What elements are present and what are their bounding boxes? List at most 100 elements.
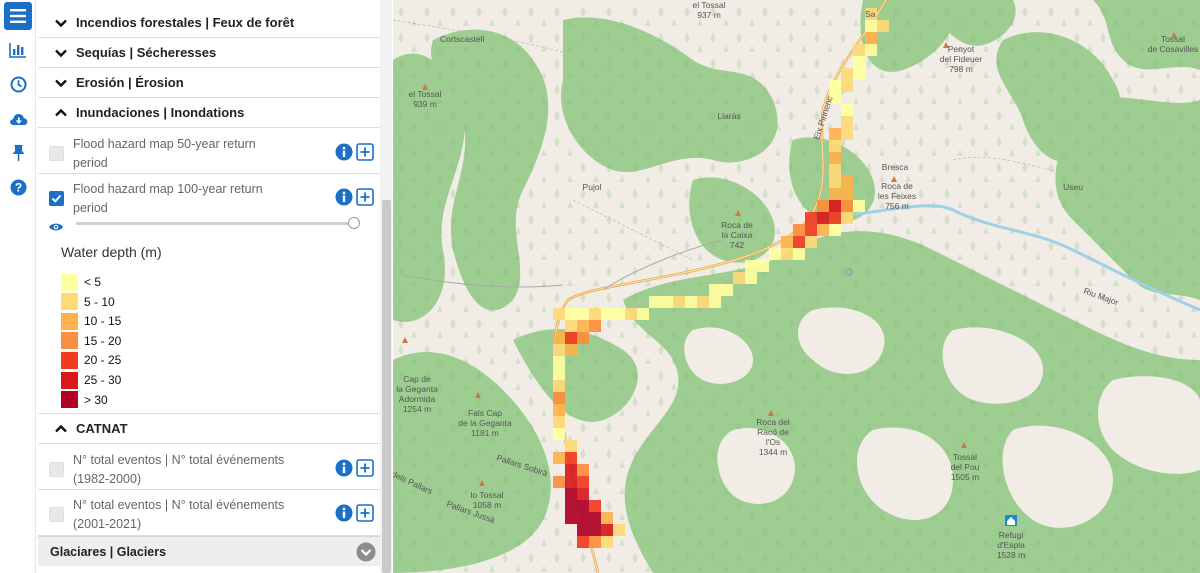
flood-cell bbox=[577, 464, 589, 476]
flood-cell bbox=[853, 68, 865, 80]
flood-cell bbox=[553, 368, 565, 380]
svg-text:Sa: Sa bbox=[865, 9, 876, 19]
flood-cell bbox=[577, 320, 589, 332]
flood-cell bbox=[829, 128, 841, 140]
legend-label: 10 - 15 bbox=[84, 314, 122, 329]
opacity-slider-handle[interactable] bbox=[348, 217, 360, 229]
svg-text:Useu: Useu bbox=[1063, 182, 1083, 192]
info-icon[interactable] bbox=[335, 188, 353, 206]
flood-cell bbox=[793, 224, 805, 236]
layer-subtitle: (2001-2021) bbox=[73, 517, 142, 531]
flood-cell bbox=[841, 104, 853, 116]
flood-cell bbox=[577, 524, 589, 536]
svg-text:Pujol: Pujol bbox=[583, 182, 602, 192]
info-icon[interactable] bbox=[335, 459, 353, 477]
add-icon[interactable] bbox=[356, 459, 374, 477]
help-button[interactable]: ? bbox=[4, 173, 32, 201]
map-view[interactable]: el Tossal 937 m Sa Cortscastell Penyot d… bbox=[393, 0, 1200, 573]
flood-cell bbox=[865, 20, 877, 32]
flood-cell bbox=[637, 308, 649, 320]
flood-cell bbox=[589, 536, 601, 548]
legend-swatch bbox=[61, 332, 78, 350]
flood-cell bbox=[577, 500, 589, 512]
flood-cell bbox=[553, 404, 565, 416]
svg-text:Roca de: Roca de bbox=[881, 181, 913, 191]
flood-cell bbox=[805, 212, 817, 224]
flood-cell bbox=[565, 476, 577, 488]
flood-cell bbox=[565, 344, 577, 356]
flood-cell bbox=[829, 140, 841, 152]
category-erosion[interactable]: Erosión | Érosion bbox=[38, 68, 380, 98]
legend-swatch bbox=[61, 273, 78, 291]
layer-checkbox[interactable] bbox=[49, 462, 64, 477]
svg-text:Fals Cap: Fals Cap bbox=[468, 408, 502, 418]
flood-cell bbox=[565, 440, 577, 452]
flood-cell bbox=[565, 320, 577, 332]
svg-text:939 m: 939 m bbox=[413, 99, 437, 109]
layer-checkbox[interactable] bbox=[49, 146, 64, 161]
layer-title: Flood hazard map 100-year return bbox=[73, 182, 263, 196]
flood-cell bbox=[877, 20, 889, 32]
layer-checkbox[interactable] bbox=[49, 507, 64, 522]
layer-subtitle: period bbox=[73, 156, 108, 170]
category-catnat[interactable]: CATNAT bbox=[38, 414, 380, 444]
legend-item: < 5 bbox=[61, 273, 101, 291]
flood-cell bbox=[865, 32, 877, 44]
flood-cell bbox=[817, 200, 829, 212]
add-icon[interactable] bbox=[356, 143, 374, 161]
flood-cell bbox=[565, 332, 577, 344]
flood-cell bbox=[841, 212, 853, 224]
flood-cell bbox=[553, 356, 565, 368]
flood-cell bbox=[841, 188, 853, 200]
flood-cell bbox=[829, 152, 841, 164]
history-button[interactable] bbox=[4, 70, 32, 98]
flood-cell bbox=[841, 80, 853, 92]
flood-cell bbox=[565, 512, 577, 524]
layer-catnat-2001: N° total eventos | N° total événements (… bbox=[38, 490, 380, 536]
charts-button[interactable] bbox=[4, 36, 32, 64]
category-floods[interactable]: Inundaciones | Inondations bbox=[38, 98, 380, 128]
pin-icon bbox=[12, 145, 24, 161]
legend-item: 10 - 15 bbox=[61, 312, 121, 330]
panel-scrollbar-thumb[interactable] bbox=[382, 200, 391, 573]
info-icon[interactable] bbox=[335, 143, 353, 161]
flood-cell bbox=[829, 176, 841, 188]
flood-cell bbox=[613, 308, 625, 320]
layer-panel: Incendios forestales | Feux de forêt Seq… bbox=[38, 0, 392, 573]
opacity-slider-track[interactable] bbox=[76, 222, 354, 225]
download-button[interactable] bbox=[4, 104, 32, 132]
flood-cell bbox=[553, 392, 565, 404]
layer-title: N° total eventos | N° total événements bbox=[73, 453, 285, 467]
layer-catnat-1982: N° total eventos | N° total événements (… bbox=[38, 445, 380, 490]
add-icon[interactable] bbox=[356, 188, 374, 206]
menu-icon bbox=[10, 9, 26, 23]
flood-cell bbox=[577, 308, 589, 320]
svg-text:937 m: 937 m bbox=[697, 10, 721, 20]
flood-cell bbox=[601, 536, 613, 548]
legend-swatch bbox=[61, 312, 78, 330]
eye-icon[interactable] bbox=[48, 221, 64, 233]
category-droughts[interactable]: Sequías | Sécheresses bbox=[38, 38, 380, 68]
svg-text:Racó de: Racó de bbox=[757, 427, 789, 437]
chevron-down-icon bbox=[356, 542, 376, 562]
flood-cell bbox=[721, 284, 733, 296]
flood-cell bbox=[553, 416, 565, 428]
svg-text:Tossal: Tossal bbox=[1161, 34, 1185, 44]
menu-button[interactable] bbox=[4, 2, 32, 30]
flood-cell bbox=[829, 212, 841, 224]
svg-text:Cortscastell: Cortscastell bbox=[440, 34, 485, 44]
legend-label: > 30 bbox=[84, 392, 108, 407]
svg-text:Bresca: Bresca bbox=[882, 162, 909, 172]
layer-checkbox[interactable] bbox=[49, 191, 64, 206]
info-icon[interactable] bbox=[335, 504, 353, 522]
category-label: Glaciares | Glaciers bbox=[50, 544, 167, 559]
pin-button[interactable] bbox=[4, 139, 32, 167]
flood-cell bbox=[865, 44, 877, 56]
flood-cell bbox=[553, 428, 565, 440]
flood-cell bbox=[565, 464, 577, 476]
svg-text:798 m: 798 m bbox=[949, 64, 973, 74]
flood-cell bbox=[553, 344, 565, 356]
add-icon[interactable] bbox=[356, 504, 374, 522]
category-glaciers[interactable]: Glaciares | Glaciers bbox=[38, 536, 380, 566]
category-wildfires[interactable]: Incendios forestales | Feux de forêt bbox=[38, 8, 380, 38]
